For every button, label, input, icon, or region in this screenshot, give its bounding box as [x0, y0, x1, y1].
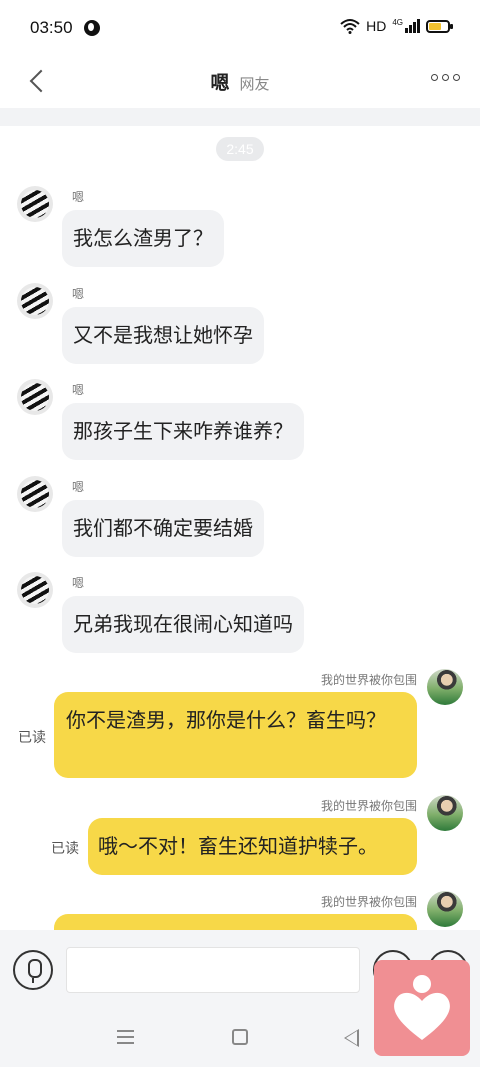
- contact-relation: 网友: [239, 75, 270, 93]
- system-back-icon[interactable]: [344, 1029, 359, 1047]
- contact-name: 嗯: [210, 72, 230, 94]
- outgoing-message[interactable]: 哦～不对！畜生还知道护犊子。: [88, 818, 417, 875]
- signal-icon: [405, 19, 420, 33]
- read-receipt: 已读: [51, 841, 79, 857]
- outgoing-message[interactable]: [54, 914, 417, 930]
- network-type: HD: [366, 18, 387, 34]
- contact-avatar[interactable]: [17, 283, 53, 319]
- battery-icon: [426, 19, 453, 33]
- header-divider: [0, 108, 480, 126]
- message-list[interactable]: 2:45 嗯 我怎么渣男了？ 嗯 又不是我想让她怀孕 嗯 那孩子生下来咋养谁养？…: [0, 108, 480, 930]
- status-time: 03:50: [30, 18, 73, 37]
- recent-apps-icon[interactable]: [117, 1030, 134, 1044]
- read-receipt: 已读: [18, 730, 46, 746]
- incoming-message[interactable]: 那孩子生下来咋养谁养？: [62, 403, 304, 460]
- outgoing-message[interactable]: 你不是渣男，那你是什么？畜生吗？: [54, 692, 417, 778]
- contact-avatar[interactable]: [17, 186, 53, 222]
- message-input[interactable]: [66, 947, 360, 993]
- home-icon[interactable]: [232, 1029, 248, 1045]
- sender-name: 嗯: [72, 576, 85, 590]
- timestamp-pill: 2:45: [216, 137, 264, 161]
- sender-name: 嗯: [72, 287, 85, 301]
- sender-name: 嗯: [72, 480, 85, 494]
- sender-name: 嗯: [72, 190, 85, 204]
- my-sender-name: 我的世界被你包围: [320, 799, 417, 813]
- contact-avatar[interactable]: [17, 572, 53, 608]
- my-avatar[interactable]: [427, 891, 463, 927]
- my-avatar[interactable]: [427, 669, 463, 705]
- chat-title: 嗯网友: [0, 68, 480, 95]
- globe-icon: [84, 20, 100, 36]
- chat-header: 嗯网友: [0, 56, 480, 108]
- wifi-icon: [340, 19, 360, 34]
- my-sender-name: 我的世界被你包围: [320, 673, 417, 687]
- status-bar: 03:50 HD 4G: [0, 0, 480, 56]
- heart-icon: [394, 975, 450, 1040]
- contact-avatar[interactable]: [17, 476, 53, 512]
- more-options-icon[interactable]: [431, 74, 460, 81]
- incoming-message[interactable]: 又不是我想让她怀孕: [62, 307, 264, 364]
- voice-input-icon[interactable]: [13, 950, 53, 990]
- my-sender-name: 我的世界被你包围: [320, 895, 417, 909]
- my-avatar[interactable]: [427, 795, 463, 831]
- sender-name: 嗯: [72, 383, 85, 397]
- incoming-message[interactable]: 我怎么渣男了？: [62, 210, 224, 267]
- floating-app-button[interactable]: [374, 960, 470, 1056]
- incoming-message[interactable]: 兄弟我现在很闹心知道吗: [62, 596, 304, 653]
- status-icons: HD 4G: [340, 17, 453, 34]
- contact-avatar[interactable]: [17, 379, 53, 415]
- network-gen: 4G: [392, 17, 403, 27]
- incoming-message[interactable]: 我们都不确定要结婚: [62, 500, 264, 557]
